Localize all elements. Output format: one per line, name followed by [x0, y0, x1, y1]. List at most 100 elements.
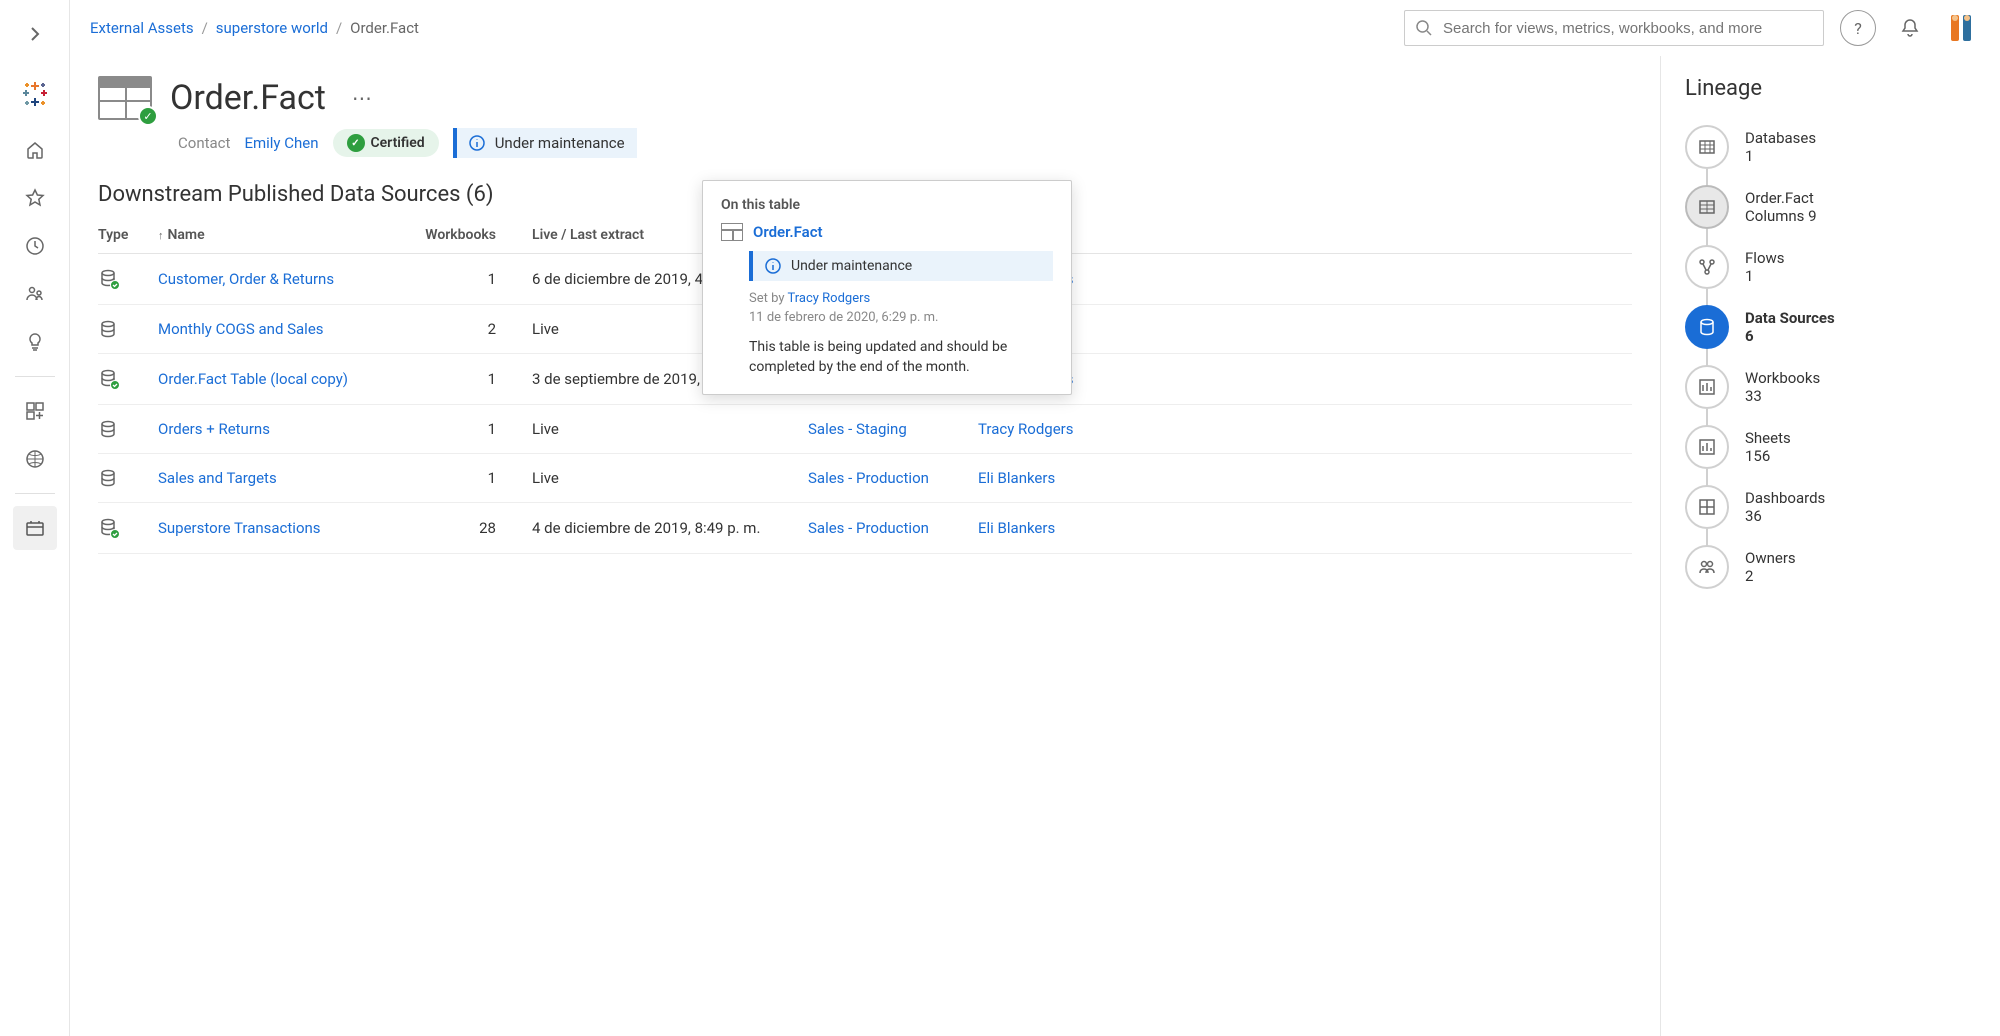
lineage-count: 2 — [1745, 567, 1796, 585]
breadcrumb-root[interactable]: External Assets — [90, 19, 194, 37]
row-type-icon — [98, 254, 158, 305]
lineage-label: Sheets — [1745, 429, 1791, 447]
row-live: Live — [508, 454, 808, 503]
expand-nav-icon[interactable] — [13, 12, 57, 56]
more-actions-button[interactable]: ⋯ — [344, 82, 380, 114]
contact-link[interactable]: Emily Chen — [244, 134, 318, 152]
content-panel: ✓ Order.Fact ⋯ Contact Emily Chen ✓ Cert… — [70, 56, 1660, 1036]
table-row[interactable]: Superstore Transactions 28 4 de diciembr… — [98, 503, 1632, 554]
topbar: External Assets / superstore world / Ord… — [70, 0, 2000, 56]
popover-setby-link[interactable]: Tracy Rodgers — [787, 291, 870, 306]
table-icon: ✓ — [98, 76, 152, 120]
notifications-icon[interactable] — [1892, 10, 1928, 46]
lineage-item[interactable]: Dashboards 36 — [1685, 479, 1976, 535]
breadcrumb-current: Order.Fact — [350, 19, 419, 37]
lineage-count: 1 — [1745, 147, 1816, 165]
row-workbooks: 1 — [418, 454, 508, 503]
current-asset-icon[interactable] — [13, 506, 57, 550]
row-owner-link[interactable]: Eli Blankers — [978, 519, 1055, 537]
user-avatar[interactable] — [1944, 10, 1980, 46]
lineage-label: Databases — [1745, 129, 1816, 147]
lineage-label: Data Sources — [1745, 309, 1835, 327]
lineage-title: Lineage — [1685, 76, 1976, 101]
col-workbooks[interactable]: Workbooks — [418, 217, 508, 254]
lineage-count: 36 — [1745, 507, 1825, 525]
lineage-item[interactable]: Databases 1 — [1685, 119, 1976, 175]
page-header: ✓ Order.Fact ⋯ — [98, 76, 1632, 120]
breadcrumb-parent[interactable]: superstore world — [216, 19, 328, 37]
tableau-logo-icon[interactable] — [13, 72, 57, 116]
certified-badge: ✓ Certified — [333, 129, 439, 157]
popover-setby: Set by Tracy Rodgers — [749, 291, 1053, 306]
row-owner-link[interactable]: Eli Blankers — [978, 469, 1055, 487]
row-type-icon — [98, 305, 158, 354]
row-type-icon — [98, 454, 158, 503]
maintenance-popover: On this table Order.Fact Under maintenan… — [702, 180, 1072, 395]
col-type[interactable]: Type — [98, 217, 158, 254]
row-type-icon — [98, 405, 158, 454]
lineage-label: Owners — [1745, 549, 1796, 567]
row-type-icon — [98, 354, 158, 405]
favorites-icon[interactable] — [13, 176, 57, 220]
lineage-label: Dashboards — [1745, 489, 1825, 507]
nav-separator — [15, 493, 55, 494]
row-name-link[interactable]: Sales and Targets — [158, 469, 277, 487]
lineage-count: 1 — [1745, 267, 1785, 285]
left-nav-rail — [0, 0, 70, 1036]
row-name-link[interactable]: Superstore Transactions — [158, 519, 321, 537]
row-project-link[interactable]: Sales - Production — [808, 469, 929, 487]
recents-icon[interactable] — [13, 224, 57, 268]
page-title: Order.Fact — [170, 78, 326, 118]
popover-table-name-text: Order.Fact — [753, 223, 823, 241]
search-icon — [1415, 19, 1433, 37]
row-name-link[interactable]: Orders + Returns — [158, 420, 270, 438]
breadcrumb-sep: / — [336, 19, 342, 37]
row-project-link[interactable]: Sales - Production — [808, 519, 929, 537]
home-icon[interactable] — [13, 128, 57, 172]
contact-label: Contact — [178, 134, 230, 152]
row-project-link[interactable]: Sales - Staging — [808, 420, 907, 438]
col-owner[interactable] — [978, 217, 1632, 254]
row-workbooks: 1 — [418, 405, 508, 454]
col-name[interactable]: ↑Name — [158, 217, 418, 254]
page-meta: Contact Emily Chen ✓ Certified Under mai… — [98, 128, 1632, 158]
row-name-link[interactable]: Customer, Order & Returns — [158, 270, 334, 288]
search-box[interactable] — [1404, 10, 1824, 46]
popover-table-name[interactable]: Order.Fact — [721, 223, 1053, 241]
nav-separator — [15, 376, 55, 377]
popover-status-text: Under maintenance — [791, 258, 912, 274]
row-name-link[interactable]: Order.Fact Table (local copy) — [158, 370, 348, 388]
lineage-count: 156 — [1745, 447, 1791, 465]
explore-icon[interactable] — [13, 389, 57, 433]
row-live: Live — [508, 405, 808, 454]
row-workbooks: 1 — [418, 254, 508, 305]
row-owner-link[interactable]: Tracy Rodgers — [978, 420, 1073, 438]
lineage-item[interactable]: Workbooks 33 — [1685, 359, 1976, 415]
lineage-icon — [1685, 185, 1729, 229]
shared-icon[interactable] — [13, 272, 57, 316]
lineage-icon — [1685, 245, 1729, 289]
breadcrumb: External Assets / superstore world / Ord… — [90, 19, 419, 37]
row-name-link[interactable]: Monthly COGS and Sales — [158, 320, 324, 338]
popover-setby-label: Set by — [749, 291, 784, 306]
lineage-count: 6 — [1745, 327, 1835, 345]
lineage-item[interactable]: Order.Fact Columns 9 — [1685, 179, 1976, 235]
row-type-icon — [98, 503, 158, 554]
table-row[interactable]: Sales and Targets 1 Live Sales - Product… — [98, 454, 1632, 503]
maintenance-banner[interactable]: Under maintenance — [453, 128, 637, 158]
table-row[interactable]: Orders + Returns 1 Live Sales - Staging … — [98, 405, 1632, 454]
info-icon — [469, 135, 485, 151]
lineage-panel: Lineage Databases 1 Order.Fact Columns 9… — [1660, 56, 2000, 1036]
lineage-item[interactable]: Owners 2 — [1685, 539, 1976, 595]
lineage-item[interactable]: Sheets 156 — [1685, 419, 1976, 475]
help-icon[interactable]: ? — [1840, 10, 1876, 46]
info-icon — [765, 258, 781, 274]
recommendations-icon[interactable] — [13, 320, 57, 364]
lineage-icon — [1685, 485, 1729, 529]
lineage-icon — [1685, 125, 1729, 169]
search-input[interactable] — [1443, 20, 1813, 37]
lineage-item[interactable]: Data Sources 6 — [1685, 299, 1976, 355]
maintenance-text: Under maintenance — [495, 134, 625, 152]
external-assets-nav-icon[interactable] — [13, 437, 57, 481]
lineage-item[interactable]: Flows 1 — [1685, 239, 1976, 295]
